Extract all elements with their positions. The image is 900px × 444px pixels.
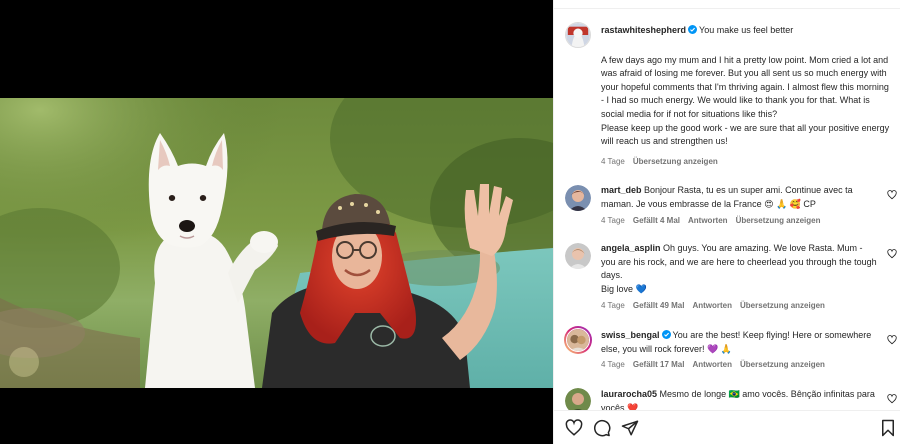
comment-timestamp[interactable]: 4 Tage (601, 216, 625, 225)
photo-dog-and-woman-image (0, 98, 553, 388)
comment-username[interactable]: angela_asplin (601, 243, 661, 253)
post-action-bar (554, 410, 900, 444)
comment-timestamp[interactable]: 4 Tage (601, 360, 625, 369)
verified-badge-icon (661, 330, 671, 339)
comment-like-heart-icon[interactable] (887, 190, 897, 200)
comment-likes-count[interactable]: Gefällt 17 Mal (633, 360, 685, 369)
comment-like-heart-icon[interactable] (887, 335, 897, 345)
media-panel (0, 0, 553, 444)
translate-link[interactable]: Übersetzung anzeigen (740, 360, 825, 369)
post-headline: You make us feel better (699, 25, 794, 35)
post-dialog: rastawhiteshepherd You make us feel bette… (0, 0, 900, 444)
comment-meta: 4 Tage Gefällt 17 Mal Antworten Übersetz… (601, 360, 825, 369)
comments-panel: rastawhiteshepherd You make us feel bette… (553, 0, 900, 444)
comment-username[interactable]: laurarocha05 (601, 389, 657, 399)
comment-bubble-icon[interactable] (593, 419, 611, 437)
commenter-avatar[interactable] (565, 388, 591, 410)
author-username[interactable]: rastawhiteshepherd (601, 25, 686, 35)
post-timestamp[interactable]: 4 Tage (601, 157, 625, 166)
reply-button[interactable]: Antworten (692, 360, 732, 369)
post-photo[interactable] (0, 98, 553, 388)
comment-likes-count[interactable]: Gefällt 4 Mal (633, 216, 680, 225)
comment-like-heart-icon[interactable] (887, 249, 897, 259)
commenter-avatar[interactable] (565, 185, 591, 211)
translate-link[interactable]: Übersetzung anzeigen (740, 301, 825, 310)
heart-outline-icon[interactable] (565, 419, 583, 437)
comment-meta: 4 Tage Gefällt 49 Mal Antworten Übersetz… (601, 301, 825, 310)
paper-plane-icon[interactable] (621, 419, 639, 437)
story-ring-avatar[interactable] (564, 326, 592, 354)
verified-badge-icon (688, 25, 698, 34)
comment-username[interactable]: swiss_bengal (601, 330, 660, 340)
author-avatar[interactable] (565, 22, 591, 48)
comment-text-block: laurarocha05 Mesmo de longe 🇧🇷 amo vocês… (601, 388, 877, 410)
translate-link[interactable]: Übersetzung anzeigen (633, 157, 718, 166)
commenter-avatar[interactable] (565, 243, 591, 269)
comment-likes-count[interactable]: Gefällt 49 Mal (633, 301, 685, 310)
reply-button[interactable]: Antworten (688, 216, 728, 225)
caption-text: A few days ago my mum and I hit a pretty… (601, 54, 890, 147)
translate-link[interactable]: Übersetzung anzeigen (736, 216, 821, 225)
comments-scroll-area[interactable]: rastawhiteshepherd You make us feel bette… (554, 0, 900, 410)
comment-timestamp[interactable]: 4 Tage (601, 301, 625, 310)
divider (554, 8, 900, 9)
post-caption: rastawhiteshepherd You make us feel bette… (601, 24, 893, 149)
comment-text-block: mart_deb Bonjour Rasta, tu es un super a… (601, 184, 877, 211)
reply-button[interactable]: Antworten (692, 301, 732, 310)
caption-meta: 4 Tage Übersetzung anzeigen (601, 157, 718, 166)
comment-meta: 4 Tage Gefällt 4 Mal Antworten Übersetzu… (601, 216, 820, 225)
bookmark-icon[interactable] (879, 419, 897, 437)
comment-text-block: angela_asplin Oh guys. You are amazing. … (601, 242, 877, 296)
comment-username[interactable]: mart_deb (601, 185, 642, 195)
comment-like-heart-icon[interactable] (887, 394, 897, 404)
comment-text-block: swiss_bengal You are the best! Keep flyin… (601, 329, 877, 356)
